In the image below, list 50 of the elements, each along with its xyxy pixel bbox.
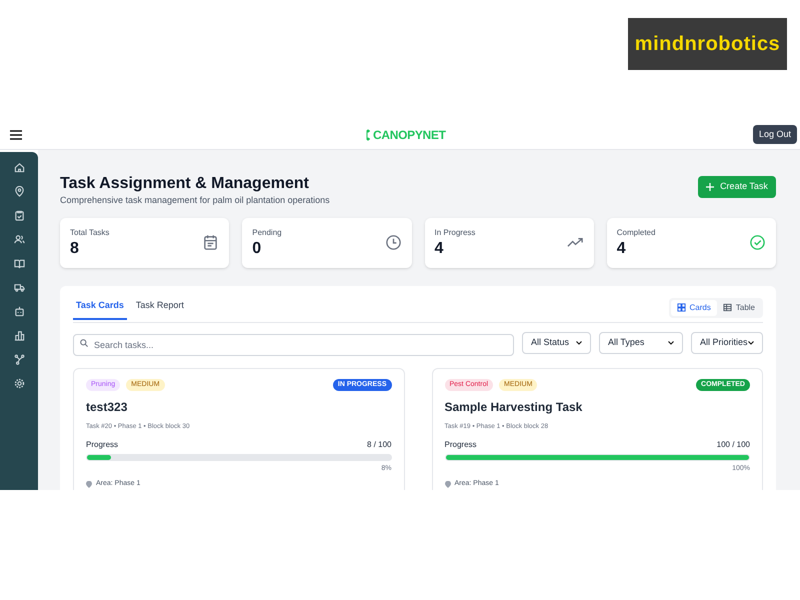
branch-icon[interactable] [14,354,24,365]
tab[interactable]: Task Report [132,298,187,320]
progress-count: 100 / 100 [716,438,750,451]
clock-icon [384,234,402,251]
logout-button[interactable]: Log Out [752,125,797,144]
company-logo: mindnrobotics [628,18,787,70]
search-icon [80,338,88,346]
users-icon[interactable] [14,234,24,245]
check-circle-icon [749,234,766,251]
stat-label: Completed [616,226,656,238]
progress-label: Progress [86,438,118,451]
table-icon [722,303,732,312]
location-icon [86,481,92,488]
progress-label: Progress [444,438,477,451]
stat-value: 8 [70,238,80,258]
grid-icon [676,303,686,312]
map-pin-icon[interactable] [14,186,24,197]
chevron-down-icon [576,340,582,344]
chevron-down-icon [748,340,754,344]
stat-value: 4 [434,238,444,258]
filter-dropdown[interactable]: All Types [599,332,683,354]
page-subtitle: Comprehensive task management for palm oil plantation operations [60,194,330,207]
view-option[interactable]: Cards [670,300,717,316]
menu-icon[interactable] [10,130,22,140]
stat-label: Pending [252,226,282,238]
clipboard-icon[interactable] [14,210,24,221]
stat-label: In Progress [434,226,476,238]
home-icon[interactable] [14,162,24,173]
app-logo: CANOPYNET [365,126,446,144]
stat-value: 0 [252,238,262,258]
task-title: test323 [86,399,128,416]
page-title: Task Assignment & Management [60,174,310,194]
truck-icon[interactable] [14,282,24,293]
plus-icon [706,183,714,191]
settings-icon[interactable] [14,378,24,389]
location-icon [444,481,450,488]
search-field[interactable]: Search tasks... [73,334,514,356]
view-option[interactable]: Table [716,300,761,316]
task-title: Sample Harvesting Task [444,399,584,416]
tab[interactable]: Task Cards [73,298,127,320]
robot-icon[interactable] [14,306,24,317]
chevron-down-icon [668,340,674,344]
stat-value: 4 [616,238,627,258]
stat-label: Total Tasks [70,226,110,238]
filter-dropdown[interactable]: All Status [522,332,591,354]
calendar-icon [202,234,220,251]
book-icon[interactable] [14,258,24,269]
filter-dropdown[interactable]: All Priorities [691,332,763,354]
progress-count: 8 / 100 [367,438,392,451]
building-icon[interactable] [14,330,24,341]
